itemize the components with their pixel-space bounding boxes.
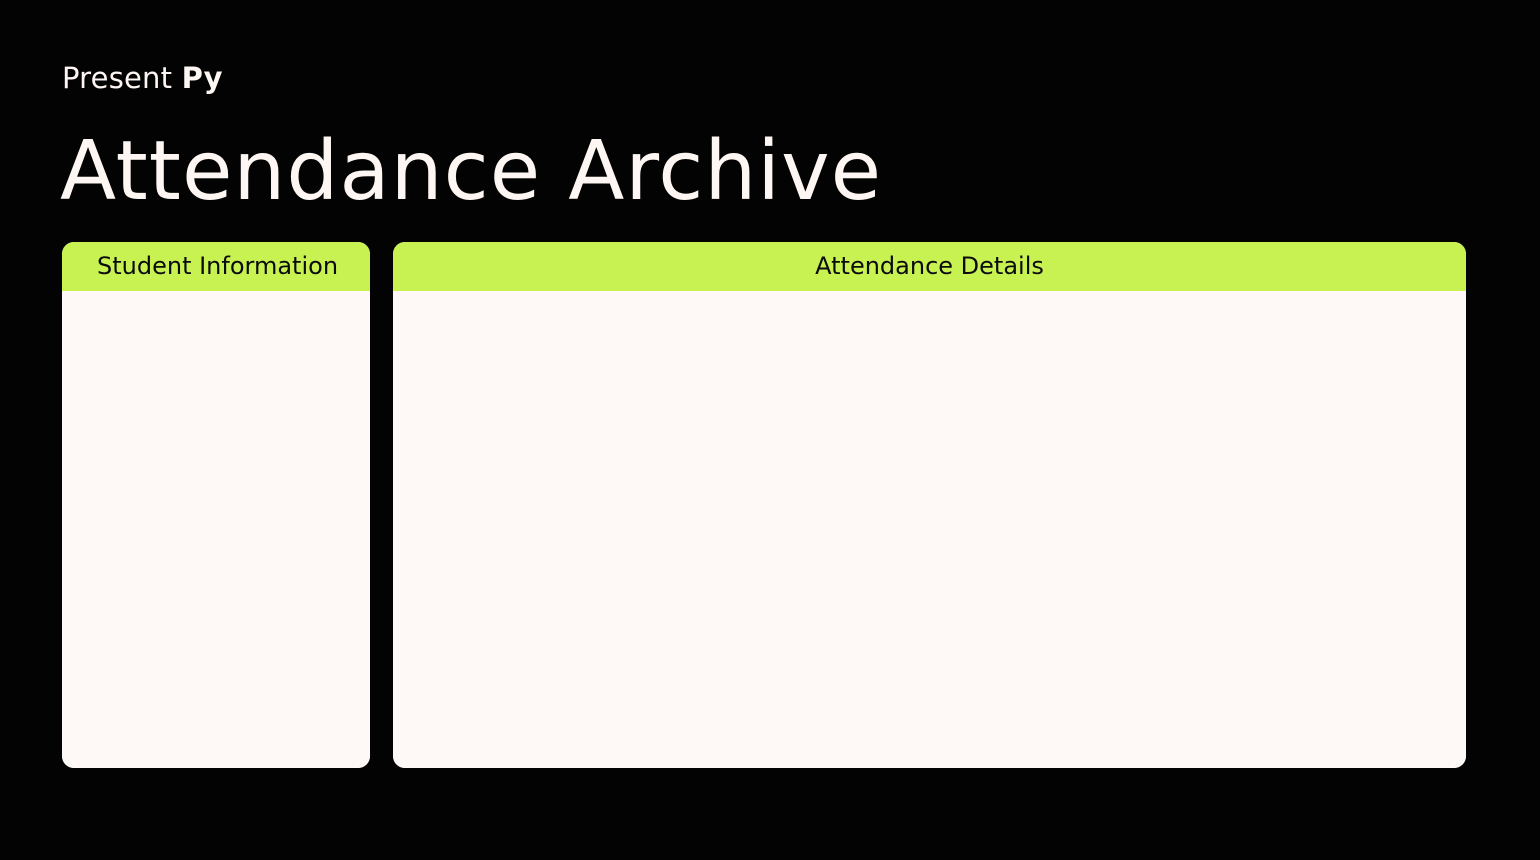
student-information-panel: Student Information (62, 242, 370, 768)
attendance-details-body (393, 291, 1466, 768)
page-title: Attendance Archive (60, 124, 883, 219)
student-information-body (62, 291, 370, 768)
student-information-header: Student Information (62, 242, 370, 291)
attendance-details-panel: Attendance Details (393, 242, 1466, 768)
app-brand: Present Py (62, 58, 223, 98)
attendance-details-header: Attendance Details (393, 242, 1466, 291)
brand-name-light: Present (62, 61, 182, 95)
brand-name-bold: Py (181, 61, 223, 95)
